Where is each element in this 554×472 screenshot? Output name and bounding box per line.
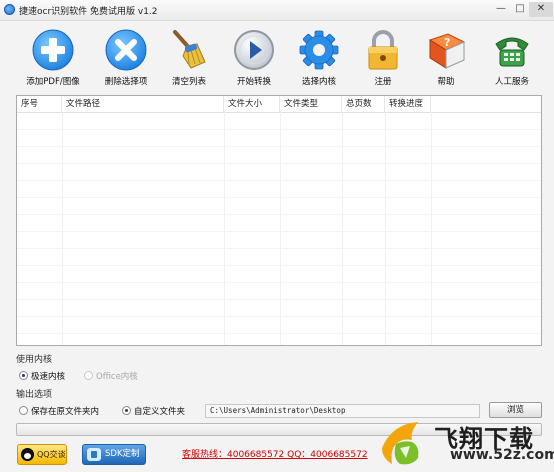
- minimize-button[interactable]: —: [491, 2, 511, 17]
- column-file-size[interactable]: 文件大小: [224, 96, 280, 112]
- app-logo-icon: [4, 4, 15, 15]
- row-divider: [17, 333, 541, 334]
- lock-icon: [368, 30, 398, 70]
- play-icon: [234, 30, 274, 70]
- browse-button[interactable]: 浏览: [489, 402, 542, 418]
- file-table[interactable]: 序号 文件路径 文件大小 文件类型 总页数 转换进度: [16, 95, 542, 346]
- watermark-url: www.52z.com: [450, 447, 554, 463]
- delete-icon: [105, 29, 147, 71]
- help-button[interactable]: ? 帮助: [415, 22, 477, 88]
- close-button[interactable]: ✕: [529, 2, 553, 17]
- manual-service-label: 人工服务: [494, 77, 529, 87]
- column-index[interactable]: 序号: [17, 96, 62, 112]
- custom-folder-label[interactable]: 自定义文件夹: [134, 405, 185, 417]
- column-progress[interactable]: 转换进度: [385, 96, 431, 112]
- column-file-type[interactable]: 文件类型: [280, 96, 342, 112]
- row-divider: [17, 197, 541, 198]
- phone-icon: [495, 37, 529, 67]
- row-divider: [17, 129, 541, 130]
- row-divider: [17, 316, 541, 317]
- select-engine-button[interactable]: 选择内核: [288, 22, 350, 88]
- qq-chat-button[interactable]: QQ交谈: [17, 444, 67, 465]
- gear-icon: [299, 30, 339, 70]
- help-book-icon: ?: [428, 33, 466, 69]
- sdk-custom-button[interactable]: SDK定制: [82, 444, 146, 465]
- row-divider: [17, 146, 541, 147]
- save-original-folder-label[interactable]: 保存在原文件夹内: [31, 405, 99, 417]
- clear-list-button[interactable]: 清空列表: [158, 22, 220, 88]
- save-original-folder-radio[interactable]: [19, 406, 28, 415]
- custom-folder-radio[interactable]: [122, 406, 131, 415]
- add-pdf-image-label: 添加PDF/图像: [26, 77, 80, 87]
- sdk-icon: [87, 448, 101, 461]
- row-divider: [17, 214, 541, 215]
- window-title: 捷速ocr识别软件 免费试用版 v1.2: [19, 7, 158, 17]
- row-divider: [17, 163, 541, 164]
- office-engine-radio: [84, 371, 93, 380]
- qq-icon: [21, 448, 34, 461]
- title-bar: 捷速ocr识别软件 免费试用版 v1.2 — □ ✕: [0, 0, 554, 21]
- office-engine-label: Office内核: [96, 372, 138, 382]
- column-page-count[interactable]: 总页数: [342, 96, 385, 112]
- add-icon: [32, 29, 74, 71]
- maximize-button[interactable]: □: [511, 2, 529, 17]
- broom-icon: [173, 30, 206, 69]
- fast-engine-label[interactable]: 极速内核: [31, 370, 65, 382]
- row-divider: [17, 231, 541, 232]
- add-pdf-image-button[interactable]: 添加PDF/图像: [22, 22, 84, 88]
- toolbar: 添加PDF/图像 删除选择项 清空列表 开始转换 选择内核 注册 ? 帮助 人工…: [0, 22, 554, 88]
- output-section-heading: 输出选项: [16, 390, 53, 400]
- row-divider: [17, 282, 541, 283]
- row-divider: [17, 299, 541, 300]
- output-path-field[interactable]: C:\Users\Administrator\Desktop: [205, 404, 480, 418]
- svg-text:?: ?: [444, 36, 450, 49]
- manual-service-button[interactable]: 人工服务: [481, 22, 543, 88]
- sdk-custom-label: SDK定制: [105, 449, 140, 459]
- table-header: 序号 文件路径 文件大小 文件类型 总页数 转换进度: [17, 96, 541, 113]
- column-file-path[interactable]: 文件路径: [62, 96, 224, 112]
- qq-chat-label: QQ交谈: [37, 450, 66, 459]
- engine-section-heading: 使用内核: [16, 355, 53, 365]
- support-hotline-link[interactable]: 客服热线：4006685572 QQ：4006685572: [182, 447, 368, 460]
- row-divider: [17, 265, 541, 266]
- watermark-logo-icon: [382, 422, 419, 465]
- row-divider: [17, 180, 541, 181]
- row-divider: [17, 248, 541, 249]
- fast-engine-radio[interactable]: [19, 371, 28, 380]
- app-window: 捷速ocr识别软件 免费试用版 v1.2 — □ ✕ 添加PDF/图像 删除选择…: [0, 0, 554, 472]
- start-convert-button[interactable]: 开始转换: [223, 22, 285, 88]
